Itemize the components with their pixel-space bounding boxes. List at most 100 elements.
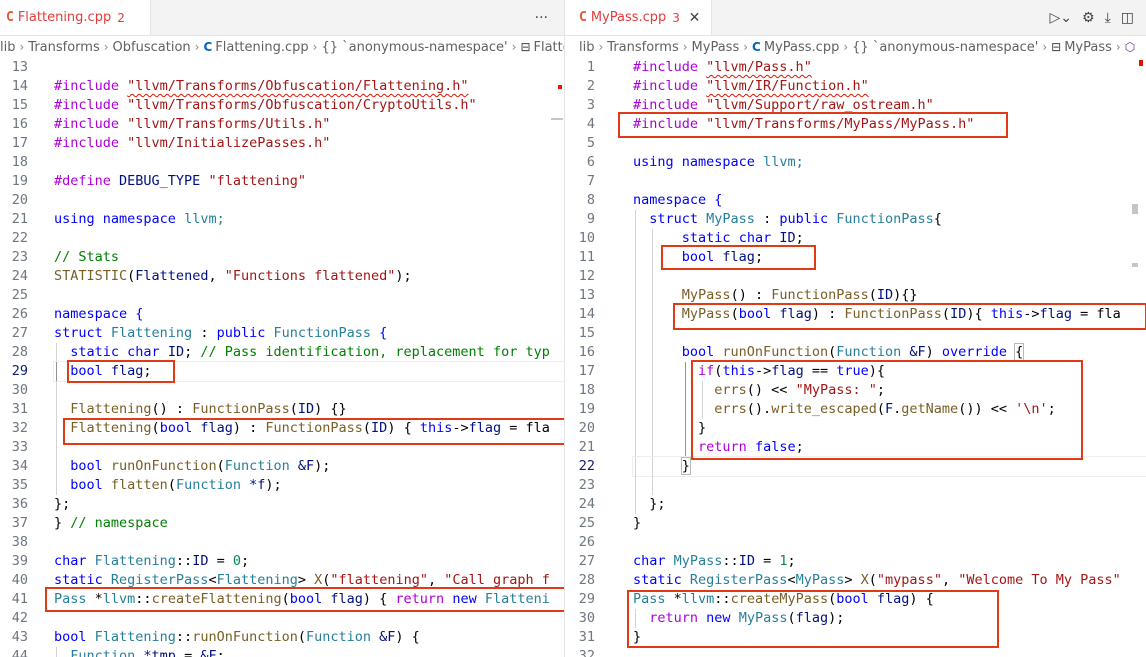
- code-line: Pass *llvm::createFlattening(bool flag) …: [54, 591, 550, 607]
- line-number: 28: [578, 572, 595, 588]
- more-actions-icon[interactable]: ···: [535, 10, 548, 26]
- code-line: struct Flattening : public FunctionPass …: [54, 325, 388, 341]
- code-line: bool flatten(Function *f);: [54, 476, 564, 495]
- breadcrumb-item[interactable]: Transforms: [607, 40, 678, 55]
- method-icon: ⬡: [1124, 40, 1136, 54]
- breadcrumb-item[interactable]: Flattening.cpp: [215, 40, 308, 55]
- line-number: 19: [578, 401, 595, 417]
- code-line: MyPass() : FunctionPass(ID){}: [633, 286, 1146, 305]
- line-number: 39: [11, 553, 28, 569]
- line-number-active: 22: [578, 458, 595, 474]
- line-number: 3: [586, 97, 595, 113]
- line-number: 5: [586, 135, 595, 151]
- close-icon[interactable]: ✕: [688, 10, 701, 26]
- problem-count-badge: 2: [117, 10, 125, 25]
- line-number: 2: [586, 78, 595, 94]
- cpp-file-icon: C: [579, 10, 587, 25]
- code-line: bool Flattening::runOnFunction(Function …: [54, 629, 420, 645]
- chevron-right-icon: ›: [1042, 40, 1048, 54]
- code-line: };: [54, 496, 71, 512]
- line-number: 37: [11, 515, 28, 531]
- run-debug-icon[interactable]: ▷⌄: [1050, 10, 1073, 26]
- code-line: errs().write_escaped(F.getName()) << '\n…: [633, 400, 1146, 419]
- line-number: 40: [11, 572, 28, 588]
- breadcrumb-item[interactable]: lib: [0, 40, 15, 55]
- code-line: char MyPass::ID = 1;: [633, 553, 796, 569]
- chevron-right-icon: ›: [103, 40, 109, 54]
- breadcrumb-item[interactable]: MyPass: [1064, 40, 1112, 55]
- code-line: errs() << "MyPass: ";: [633, 381, 1146, 400]
- scrollbar-marker: [1132, 263, 1138, 267]
- line-number: 25: [578, 515, 595, 531]
- code-line: Function *tmp = &F;: [54, 647, 564, 657]
- code-line: #include "llvm/Transforms/Utils.h": [54, 116, 331, 132]
- code-line: // Stats: [54, 249, 120, 265]
- code-line-active: }: [632, 456, 1146, 477]
- line-number: 10: [578, 230, 595, 246]
- line-number: 16: [578, 344, 595, 360]
- download-icon[interactable]: ⤓: [1105, 10, 1111, 26]
- line-number: 25: [11, 287, 28, 303]
- code-line: [54, 438, 564, 457]
- split-editor-icon[interactable]: ◫: [1121, 10, 1134, 26]
- line-number: 36: [11, 496, 28, 512]
- right-code-editor[interactable]: 1 2 3 4 5 6 7 8 9 10 11 12 13 14 15 16 1…: [565, 58, 1146, 657]
- tab-mypass-cpp[interactable]: C MyPass.cpp 3 ✕: [565, 0, 712, 35]
- code-line-active: bool flag;: [53, 361, 564, 382]
- line-number: 9: [586, 211, 595, 227]
- code-line: namespace {: [54, 306, 144, 322]
- code-line: [633, 267, 1146, 286]
- code-line: static RegisterPass<Flattening> X("flatt…: [54, 572, 550, 588]
- line-number: 23: [578, 477, 595, 493]
- struct-icon: ⊟: [1051, 40, 1062, 54]
- code-line: return false;: [633, 438, 1146, 457]
- line-number: 30: [11, 382, 28, 398]
- code-line: #include "llvm/Support/raw_ostream.h": [633, 97, 934, 113]
- breadcrumb: lib › Transforms › Obfuscation › C Flatt…: [0, 36, 564, 58]
- tab-flattening-cpp[interactable]: C Flattening.cpp 2: [0, 0, 151, 35]
- line-number: 4: [586, 116, 595, 132]
- code-line: struct MyPass : public FunctionPass{: [633, 210, 1146, 229]
- code-line: }: [633, 629, 642, 645]
- line-number: 18: [578, 382, 595, 398]
- gear-icon[interactable]: ⚙: [1082, 10, 1095, 26]
- chevron-right-icon: ›: [743, 40, 749, 54]
- error-marker: [1139, 60, 1143, 66]
- line-number: 22: [11, 230, 28, 246]
- breadcrumb-item[interactable]: {} `anonymous-namespace': [321, 40, 507, 55]
- left-code-editor[interactable]: 13 14 15 16 17 18 19 20 21 22 23 24 25 2…: [0, 58, 564, 657]
- code-line: using namespace llvm;: [633, 154, 804, 170]
- code-line: #include "llvm/InitializePasses.h": [54, 135, 331, 151]
- breadcrumb-item[interactable]: Obfuscation: [113, 40, 191, 55]
- line-number: 41: [11, 591, 28, 607]
- code-line: }: [633, 419, 1146, 438]
- code-line: }: [633, 515, 642, 531]
- code-line: if(this->flag == true){: [633, 362, 1146, 381]
- left-tab-actions: ···: [535, 0, 548, 35]
- line-number: 32: [11, 420, 28, 436]
- code-lines: #include "llvm/Transforms/Obfuscation/Fl…: [53, 58, 564, 657]
- breadcrumb-item[interactable]: Transforms: [28, 40, 99, 55]
- breadcrumb-item[interactable]: lib: [579, 40, 594, 55]
- breadcrumb-item[interactable]: MyPass.cpp: [764, 40, 839, 55]
- breadcrumb-item[interactable]: {} `anonymous-namespace': [852, 40, 1038, 55]
- line-number: 38: [11, 534, 28, 550]
- line-number: 31: [11, 401, 28, 417]
- code-line: Flattening() : FunctionPass(ID) {}: [54, 400, 564, 419]
- code-line: [633, 324, 1146, 343]
- code-line: STATISTIC(Flattened, "Functions flattene…: [54, 268, 412, 284]
- line-number-active: 29: [11, 363, 28, 379]
- breadcrumb-item[interactable]: Flatten: [534, 40, 565, 55]
- breadcrumb-item[interactable]: MyPass: [692, 40, 740, 55]
- code-line: static char ID; // Pass identification, …: [54, 343, 564, 362]
- scrollbar-marker: [1132, 204, 1138, 214]
- code-line: bool runOnFunction(Function &F) override…: [633, 343, 1146, 362]
- line-number: 26: [11, 306, 28, 322]
- code-line: #include "llvm/Transforms/Obfuscation/Cr…: [54, 97, 477, 113]
- line-number: 32: [578, 648, 595, 657]
- code-line: #include "llvm/Transforms/MyPass/MyPass.…: [633, 116, 975, 132]
- line-number: 14: [578, 306, 595, 322]
